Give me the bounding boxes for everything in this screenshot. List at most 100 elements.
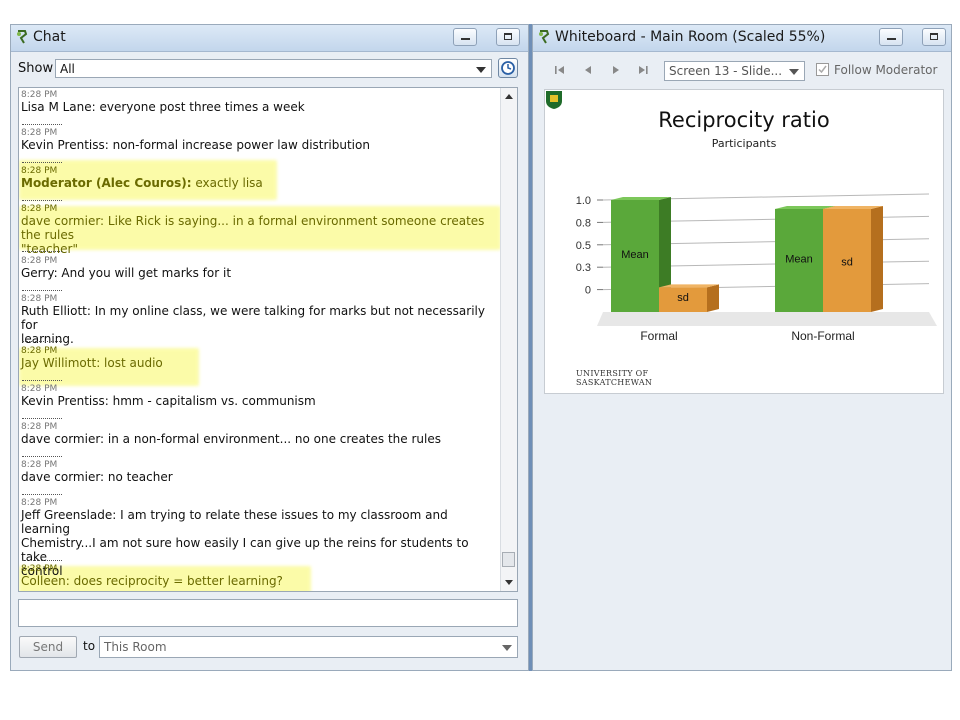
clock-button[interactable] xyxy=(498,58,518,78)
message-time: 8:28 PM xyxy=(21,294,58,304)
message-separator xyxy=(22,560,62,561)
message-text: dave cormier: in a non-formal environmen… xyxy=(21,432,441,446)
whiteboard-minimize-button[interactable] xyxy=(879,28,903,46)
show-filter-select[interactable]: All xyxy=(55,59,492,78)
minimize-icon xyxy=(461,38,470,40)
message-text: Jay Willimott: lost audio xyxy=(21,356,163,370)
chat-message: 8:28 PM Jay Willimott: lost audio xyxy=(21,346,497,381)
bar-label: sd xyxy=(677,292,689,304)
chat-message: 8:28 PM Moderator (Alec Couros): exactly… xyxy=(21,166,497,201)
whiteboard-title: Whiteboard - Main Room (Scaled 55%) xyxy=(555,29,826,45)
message-separator xyxy=(22,124,62,125)
message-text-line2: learning. xyxy=(21,332,74,346)
message-body: exactly lisa xyxy=(191,176,263,190)
y-tick-label: 0.5 xyxy=(576,240,591,252)
bar-chart: 1.0 0.8 0.5 0.3 0 Mean sd Formal Mean sd Non-Forma… xyxy=(576,193,937,343)
message-separator xyxy=(22,251,62,252)
message-separator xyxy=(22,200,62,201)
university-line2: SASKATCHEWAN xyxy=(576,378,653,387)
message-separator xyxy=(22,380,62,381)
bar-label: Mean xyxy=(785,254,813,266)
minimize-icon xyxy=(887,38,896,40)
message-time: 8:28 PM xyxy=(21,204,58,214)
maximize-icon xyxy=(504,33,512,40)
show-filter-value: All xyxy=(60,62,75,76)
message-time: 8:28 PM xyxy=(21,128,58,138)
scroll-up-icon[interactable] xyxy=(505,94,513,99)
message-text: Kevin Prentiss: non-formal increase powe… xyxy=(21,138,370,152)
message-text: dave cormier: Like Rick is saying... in … xyxy=(21,214,485,242)
message-separator xyxy=(22,494,62,495)
send-button[interactable]: Send xyxy=(19,636,77,658)
message-time: 8:28 PM xyxy=(21,346,58,356)
chat-message: 8:28 PM Lisa M Lane: everyone post three… xyxy=(21,90,497,125)
bar-side xyxy=(707,284,719,312)
first-slide-icon[interactable] xyxy=(553,64,567,76)
chat-panel: Chat Show All 8:28 PM Lisa M Lane: every… xyxy=(10,24,529,671)
message-text-line2: "teacher" xyxy=(21,242,78,256)
whiteboard-slide[interactable]: Reciprocity ratio Participants 1.0 0.8 0.5… xyxy=(544,89,944,394)
category-label: Non-Formal xyxy=(791,329,854,343)
message-scrollbar[interactable] xyxy=(500,88,517,591)
message-text-line2: Chemistry...I am not sure how easily I c… xyxy=(21,536,469,564)
message-text: Gerry: And you will get marks for it xyxy=(21,266,232,280)
message-time: 8:28 PM xyxy=(21,384,58,394)
whiteboard-app-icon xyxy=(539,30,550,44)
clock-icon xyxy=(501,61,515,75)
screen-select[interactable]: Screen 13 - Slide... xyxy=(664,61,805,81)
whiteboard-maximize-button[interactable] xyxy=(922,28,946,46)
y-tick-label: 0 xyxy=(585,285,591,297)
chat-minimize-button[interactable] xyxy=(453,28,477,46)
chevron-down-icon xyxy=(476,67,486,73)
message-text: Colleen: does reciprocity = better learn… xyxy=(21,574,283,588)
message-time: 8:28 PM xyxy=(21,564,58,574)
recipient-value: This Room xyxy=(104,640,167,654)
message-text: Lisa M Lane: everyone post three times a… xyxy=(21,100,305,114)
follow-moderator-label: Follow Moderator xyxy=(834,63,938,77)
chat-message: 8:28 PM Gerry: And you will get marks fo… xyxy=(21,256,497,291)
message-separator xyxy=(22,418,62,419)
university-name: UNIVERSITY OF SASKATCHEWAN xyxy=(576,369,652,387)
chat-message: 8:28 PM Kevin Prentiss: hmm - capitalism… xyxy=(21,384,497,419)
chat-message: 8:28 PM Ruth Elliott: In my online class… xyxy=(21,294,497,346)
to-label: to xyxy=(83,639,96,653)
message-text: dave cormier: no teacher xyxy=(21,470,173,484)
chat-title: Chat xyxy=(33,29,66,45)
message-separator xyxy=(22,341,62,342)
maximize-icon xyxy=(930,33,938,40)
scroll-thumb[interactable] xyxy=(502,552,515,567)
recipient-select[interactable]: This Room xyxy=(99,636,518,658)
chat-maximize-button[interactable] xyxy=(496,28,520,46)
chevron-down-icon xyxy=(789,69,799,75)
message-input[interactable] xyxy=(18,599,518,627)
message-time: 8:28 PM xyxy=(21,256,58,266)
university-crest-icon xyxy=(546,91,562,109)
category-label: Formal xyxy=(640,329,677,343)
y-tick-label: 0.3 xyxy=(576,262,591,274)
message-time: 8:28 PM xyxy=(21,422,58,432)
message-time: 8:28 PM xyxy=(21,498,58,508)
follow-moderator-checkbox[interactable] xyxy=(816,63,829,76)
message-time: 8:28 PM xyxy=(21,90,58,100)
message-separator xyxy=(22,162,62,163)
chevron-down-icon xyxy=(502,645,512,651)
previous-slide-icon[interactable] xyxy=(581,64,595,76)
y-tick-label: 0.8 xyxy=(576,217,591,229)
whiteboard-panel: Whiteboard - Main Room (Scaled 55%) Scre… xyxy=(532,24,952,671)
show-label: Show xyxy=(18,61,54,76)
moderator-name: Moderator (Alec Couros): xyxy=(21,176,192,190)
last-slide-icon[interactable] xyxy=(636,64,650,76)
message-text: Kevin Prentiss: hmm - capitalism vs. com… xyxy=(21,394,316,408)
chat-message: 8:28 PM dave cormier: in a non-formal en… xyxy=(21,422,497,457)
message-list[interactable]: 8:28 PM Lisa M Lane: everyone post three… xyxy=(18,87,518,592)
next-slide-icon[interactable] xyxy=(609,64,623,76)
chat-message: 8:28 PM dave cormier: Like Rick is sayin… xyxy=(21,204,497,256)
scroll-down-icon[interactable] xyxy=(505,580,513,585)
chat-message: 8:28 PM Colleen: does reciprocity = bett… xyxy=(21,564,497,588)
bar-side xyxy=(871,205,883,312)
chat-app-icon xyxy=(17,30,28,44)
y-tick-label: 1.0 xyxy=(576,195,591,207)
message-time: 8:28 PM xyxy=(21,460,58,470)
message-text: Ruth Elliott: In my online class, we wer… xyxy=(21,304,485,332)
message-text: Jeff Greenslade: I am trying to relate t… xyxy=(21,508,448,536)
